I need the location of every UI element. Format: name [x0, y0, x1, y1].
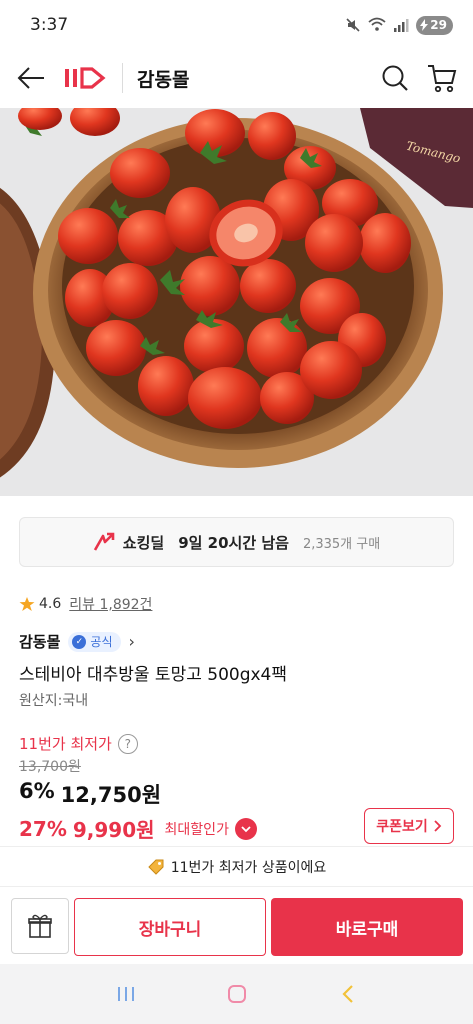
star-icon [19, 597, 35, 611]
review-link[interactable]: 리뷰 1,892건 [69, 594, 152, 614]
shocking-deal-banner[interactable]: 쇼킹딜 9일 20시간 남음 2,335개 구매 [19, 517, 454, 567]
chevron-down-icon[interactable] [234, 817, 257, 840]
max-discount-percent: 27% [19, 816, 67, 841]
wifi-icon [368, 17, 386, 31]
official-badge: ✓ 공식 [68, 631, 121, 652]
recent-apps-button[interactable] [106, 974, 146, 1014]
product-image[interactable]: Tomango [0, 108, 473, 496]
bottom-action-bar: 장바구니 바로구매 [0, 886, 473, 964]
home-button[interactable] [217, 974, 257, 1014]
recent-apps-icon [117, 987, 134, 1001]
seller-name[interactable]: 감동몰 [19, 631, 60, 652]
status-bar: 3:37 29 [0, 0, 473, 50]
deal-purchase-count: 2,335개 구매 [302, 536, 381, 552]
battery-level: 29 [430, 18, 447, 32]
11st-logo[interactable] [64, 67, 108, 89]
cart-button[interactable] [427, 63, 457, 93]
gift-button[interactable] [11, 898, 69, 954]
max-discount-row[interactable]: 27% 9,990원 최대할인가 [19, 814, 257, 843]
signal-icon [394, 19, 409, 32]
max-discount-label: 최대할인가 [164, 821, 229, 838]
discount-percent: 6% [19, 779, 55, 803]
add-to-cart-button[interactable]: 장바구니 [74, 898, 266, 956]
coupon-button-label: 쿠폰보기 [376, 819, 428, 835]
lowest-price-row: 11번가 최저가 ? [19, 733, 138, 754]
home-icon [227, 985, 246, 1003]
product-origin: 원산지:국내 [19, 693, 89, 709]
notice-text: 11번가 최저가 상품이에요 [170, 859, 327, 876]
official-badge-label: 공식 [90, 635, 113, 649]
lowest-price-notice: 11번가 최저가 상품이에요 [0, 846, 473, 886]
check-icon: ✓ [72, 634, 87, 649]
search-icon [382, 65, 408, 91]
back-chevron-icon [341, 985, 353, 1003]
back-button[interactable] [16, 66, 46, 90]
arrow-left-icon [17, 67, 44, 89]
help-icon[interactable]: ? [117, 733, 138, 754]
rating-value: 4.6 [39, 596, 62, 612]
product-title: 스테비아 대추방울 토망고 500gx4팩 [19, 665, 288, 685]
status-icons: 29 [345, 15, 453, 35]
search-button[interactable] [381, 64, 409, 92]
charging-icon [420, 19, 429, 31]
shocking-deal-icon [93, 532, 115, 551]
chevron-right-icon [434, 820, 442, 832]
battery-indicator: 29 [416, 15, 453, 35]
sale-price-row: 6% 12,750원 [19, 779, 161, 809]
chevron-right-icon: › [128, 632, 135, 651]
seller-row[interactable]: 감동몰 ✓ 공식 › [19, 631, 135, 652]
mute-icon [346, 18, 360, 32]
gift-icon [28, 914, 52, 938]
lowest-price-label: 11번가 최저가 [19, 735, 112, 753]
max-discount-price: 9,990원 [72, 818, 155, 842]
buy-now-button[interactable]: 바로구매 [271, 898, 463, 956]
coupon-button[interactable]: 쿠폰보기 [364, 808, 454, 844]
deal-time-left: 9일 20시간 남음 [178, 533, 289, 552]
back-nav-button[interactable] [328, 974, 368, 1014]
header-divider [122, 63, 123, 93]
status-time: 3:37 [30, 15, 69, 35]
original-price: 13,700원 [19, 759, 81, 775]
system-nav-bar [0, 964, 473, 1024]
app-header: 감동몰 [0, 50, 473, 106]
sale-price: 12,750원 [60, 783, 162, 807]
cart-icon [428, 65, 457, 93]
page-title[interactable]: 감동몰 [137, 65, 381, 92]
price-tag-icon [148, 859, 164, 875]
rating-row: 4.6 리뷰 1,892건 [19, 594, 152, 614]
deal-label: 쇼킹딜 [122, 533, 165, 552]
